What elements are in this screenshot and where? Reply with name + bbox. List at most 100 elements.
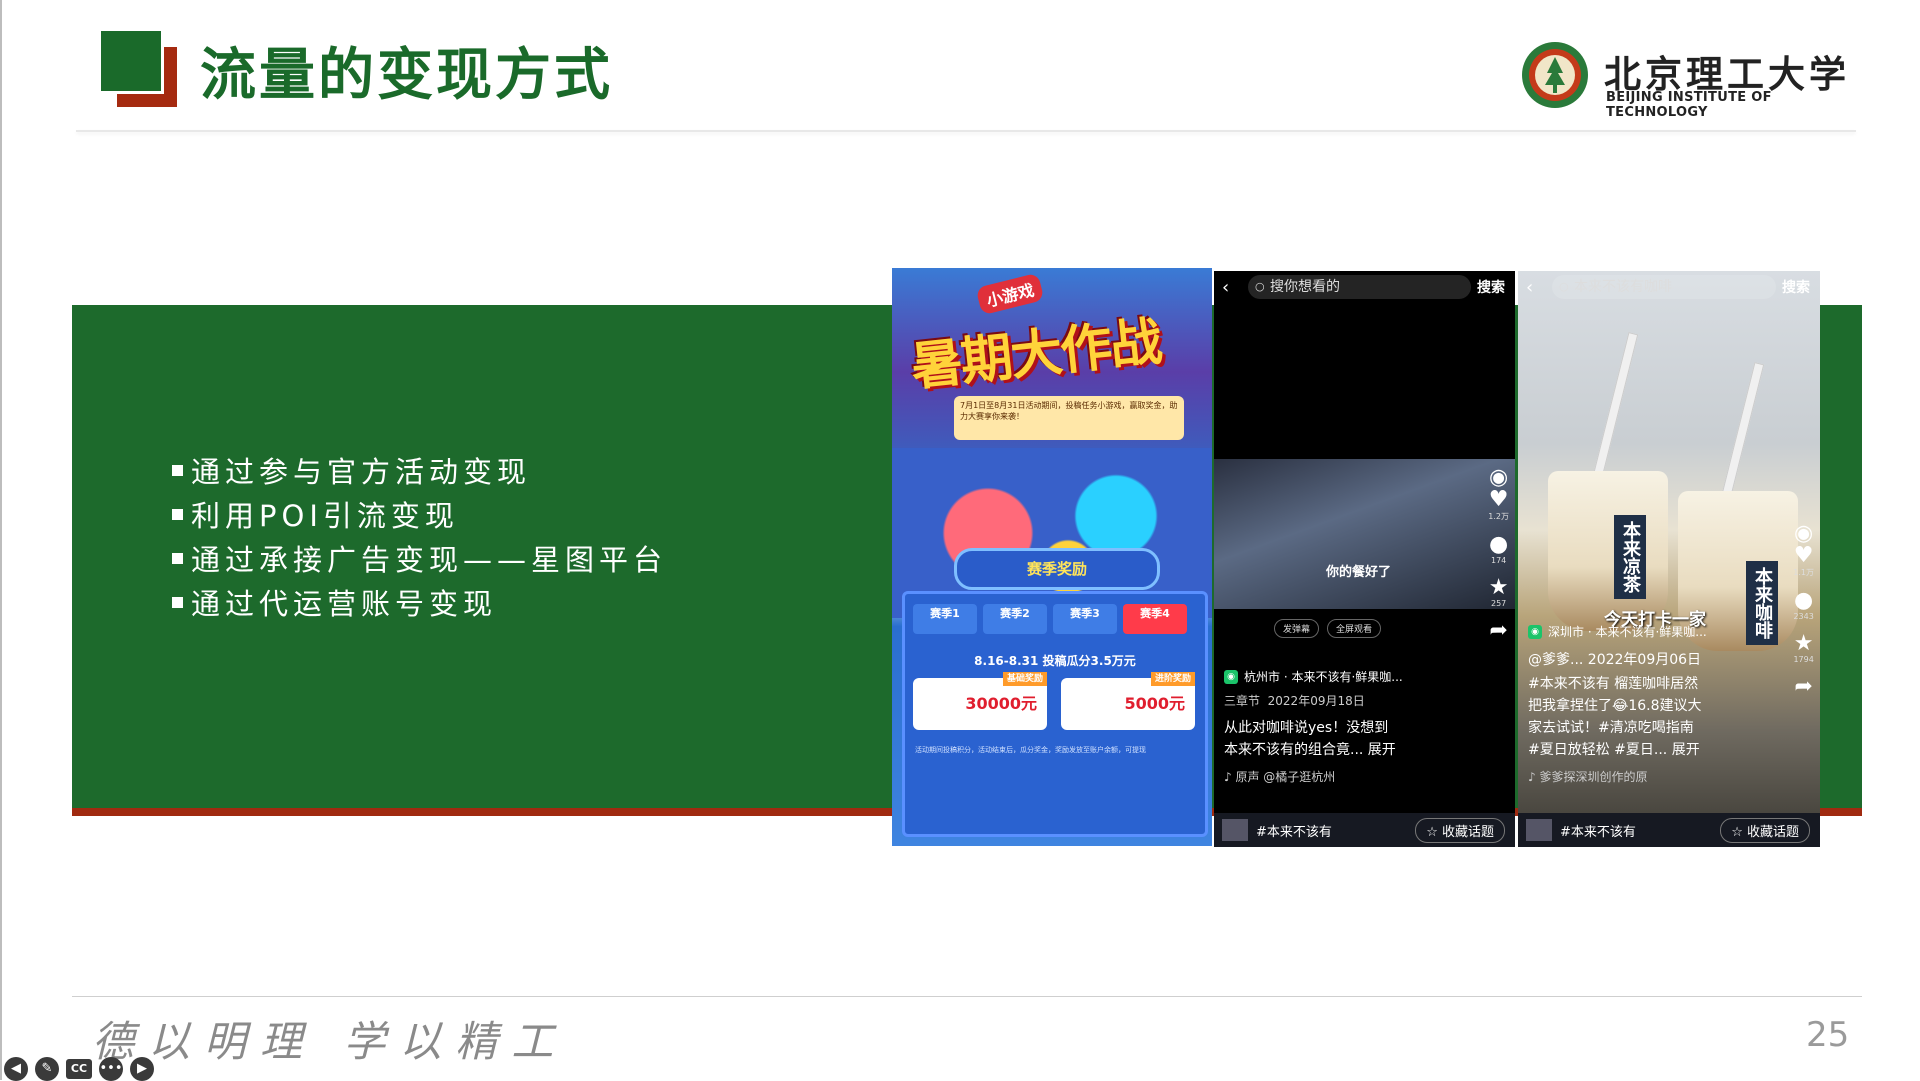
music-line[interactable]: ♪ 爹爹探深圳创作的原 (1528, 768, 1647, 785)
video-frame[interactable]: 你的餐好了 (1214, 459, 1515, 609)
author-line[interactable]: @爹爹... 2022年09月06日 (1528, 649, 1701, 669)
prize-card-right: 进阶奖励 5000元 (1061, 672, 1195, 730)
comment-icon[interactable]: ● (1794, 590, 1813, 612)
avatar[interactable]: ◉ (1489, 467, 1508, 489)
topic-bar: #本来不该有 ☆ 收藏话题 (1518, 813, 1820, 847)
prize-headline: 8.16-8.31 投稿瓜分3.5万元 (974, 654, 1136, 668)
collect-topic-button[interactable]: ☆ 收藏话题 (1415, 817, 1505, 843)
tab-season-2[interactable]: 赛季2 (983, 604, 1047, 634)
prize-ribbon: 进阶奖励 (1150, 672, 1195, 686)
screenshot-hangzhou-video: ‹ ○ 搜你想看的 搜索 你的餐好了 发弹幕 全屏观看 ◉ ♥ 1.2万 ● 17… (1214, 271, 1515, 847)
search-button[interactable]: 搜索 (1782, 277, 1810, 297)
reward-rules: 活动期间投稿积分，活动结束后，瓜分奖金，奖励发放至账户余额，可提现 (915, 746, 1146, 754)
share-icon[interactable]: ➦ (1794, 676, 1812, 698)
topic-hashtag[interactable]: #本来不该有 (1256, 821, 1415, 840)
title-decoration (101, 31, 177, 107)
caption-line[interactable]: #夏日放轻松 #夏日... 展开 (1528, 739, 1700, 759)
share-icon[interactable]: ➦ (1489, 620, 1507, 642)
chapter-label[interactable]: 三章节 (1224, 694, 1260, 708)
tab-season-3[interactable]: 赛季3 (1053, 604, 1117, 634)
bullet-list: 通过参与官方活动变现 利用POI引流变现 通过承接广告变现——星图平台 通过代运… (172, 448, 667, 624)
location-tag[interactable]: ◉ 深圳市 · 本来不该有·鲜果咖... (1528, 623, 1707, 640)
back-chevron-icon[interactable]: ‹ (1526, 277, 1546, 298)
caption-line: 从此对咖啡说yes！没想到 (1224, 720, 1389, 736)
reward-panel: 赛季1 赛季2 赛季3 赛季4 8.16-8.31 投稿瓜分3.5万元 基础奖励… (902, 591, 1208, 837)
prize-amount: 30000 (965, 694, 1021, 713)
season-tabs: 赛季1 赛季2 赛季3 赛季4 (913, 604, 1187, 634)
bullet-square-icon (172, 552, 183, 564)
star-icon[interactable]: ★ (1794, 633, 1814, 655)
university-logo: 北京理工大学 BEIJING INSTITUTE OF TECHNOLOGY (1520, 40, 1850, 120)
like-icon[interactable]: ♥ (1489, 489, 1509, 511)
search-input[interactable]: ○ 本来不该有咖啡 (1552, 275, 1776, 299)
topic-hashtag[interactable]: #本来不该有 (1560, 821, 1720, 840)
meta-line: 三章节 2022年09月18日 (1224, 692, 1365, 709)
bullet-item: 利用POI引流变现 (172, 492, 667, 536)
tab-season-1[interactable]: 赛季1 (913, 604, 977, 634)
favorite-count: 1794 (1793, 655, 1814, 664)
bullet-text: 通过代运营账号变现 (191, 587, 498, 621)
caption-line: 家去试试！#清凉吃喝指南 (1528, 720, 1694, 736)
prize-unit: 元 (1020, 694, 1037, 713)
presentation-controls: ◀ ✎ CC ••• ▶ (4, 1057, 154, 1081)
cup-label: 本来咖啡 (1746, 561, 1778, 645)
cc-icon[interactable]: CC (66, 1059, 92, 1079)
bullet-text: 利用POI引流变现 (191, 499, 459, 533)
prize-amount: 5000 (1124, 694, 1169, 713)
search-bar: ‹ ○ 搜你想看的 搜索 (1214, 271, 1515, 303)
caption-line[interactable]: 本来不该有的组合竟... 展开 (1224, 739, 1396, 759)
comment-icon[interactable]: ● (1489, 534, 1508, 556)
video-pills: 发弹幕 全屏观看 (1274, 619, 1382, 638)
video-actions: ◉ ♥ 1.2万 ● 174 ★ 257 ➦ (1488, 467, 1509, 642)
video-actions: ◉ ♥ 1.1万 ● 2343 ★ 1794 ➦ (1793, 523, 1814, 698)
screenshot-shenzhen-video: 本来凉茶 本来咖啡 ‹ ○ 本来不该有咖啡 搜索 今天打卡一家 ◉ ♥ 1.1万 … (1518, 271, 1820, 847)
avatar[interactable]: ◉ (1794, 523, 1813, 545)
search-button[interactable]: 搜索 (1477, 277, 1505, 297)
location-tag[interactable]: ◉ 杭州市 · 本来不该有·鲜果咖... (1224, 668, 1403, 685)
caption-line: #本来不该有 榴莲咖啡居然 (1528, 676, 1699, 692)
footer-divider (72, 996, 1862, 997)
prev-icon[interactable]: ◀ (4, 1057, 28, 1081)
tab-season-4[interactable]: 赛季4 (1123, 604, 1187, 634)
university-motto: 德以明理 学以精工 (92, 1017, 568, 1066)
search-bar: ‹ ○ 本来不该有咖啡 搜索 (1518, 271, 1820, 303)
pen-icon[interactable]: ✎ (35, 1057, 59, 1081)
screenshot-game-event: 小游戏 暑期大作战 7月1日至8月31日活动期间，投稿任务小游戏，赢取奖金，助力… (892, 268, 1212, 846)
like-icon[interactable]: ♥ (1794, 545, 1814, 567)
bullet-item: 通过参与官方活动变现 (172, 448, 667, 492)
location-pin-icon: ◉ (1528, 624, 1542, 639)
bullet-text: 通过承接广告变现——星图平台 (191, 543, 668, 577)
location-pin-icon: ◉ (1224, 669, 1238, 684)
fullscreen-button[interactable]: 全屏观看 (1327, 619, 1382, 638)
video-caption: 你的餐好了 (1326, 565, 1392, 580)
like-count: 1.1万 (1793, 568, 1814, 577)
caption-line: 把我拿捏住了😂16.8建议大 (1528, 698, 1702, 714)
bullet-square-icon (172, 508, 183, 520)
star-icon[interactable]: ★ (1489, 577, 1509, 599)
like-count: 1.2万 (1488, 512, 1509, 521)
search-icon: ○ (1255, 280, 1265, 293)
topic-thumbnail (1222, 819, 1248, 841)
post-date: 2022年09月18日 (1267, 694, 1365, 708)
collect-topic-button[interactable]: ☆ 收藏话题 (1720, 817, 1810, 843)
window-left-edge (0, 0, 2, 1080)
logo-english-name: BEIJING INSTITUTE OF TECHNOLOGY (1606, 90, 1772, 120)
collect-label: 收藏话题 (1746, 824, 1799, 840)
prize-card-left: 基础奖励 30000元 (913, 672, 1047, 730)
back-chevron-icon[interactable]: ‹ (1222, 277, 1242, 298)
bullet-square-icon (172, 464, 183, 476)
game-tag: 小游戏 (975, 272, 1045, 316)
comment-count: 174 (1490, 556, 1507, 565)
search-placeholder: 搜你想看的 (1270, 279, 1340, 295)
location-text: 杭州市 · 本来不该有·鲜果咖... (1244, 670, 1403, 684)
cup-label: 本来凉茶 (1614, 515, 1646, 599)
search-input[interactable]: ○ 搜你想看的 (1248, 275, 1471, 299)
search-icon: ○ (1559, 280, 1569, 293)
header-divider (76, 130, 1856, 132)
comment-count: 2343 (1793, 612, 1814, 621)
danmaku-button[interactable]: 发弹幕 (1274, 619, 1320, 638)
university-emblem-icon (1522, 42, 1588, 108)
more-icon[interactable]: ••• (99, 1057, 123, 1081)
music-line[interactable]: ♪ 原声 @橘子逛杭州 (1224, 768, 1335, 785)
next-icon[interactable]: ▶ (130, 1057, 154, 1081)
